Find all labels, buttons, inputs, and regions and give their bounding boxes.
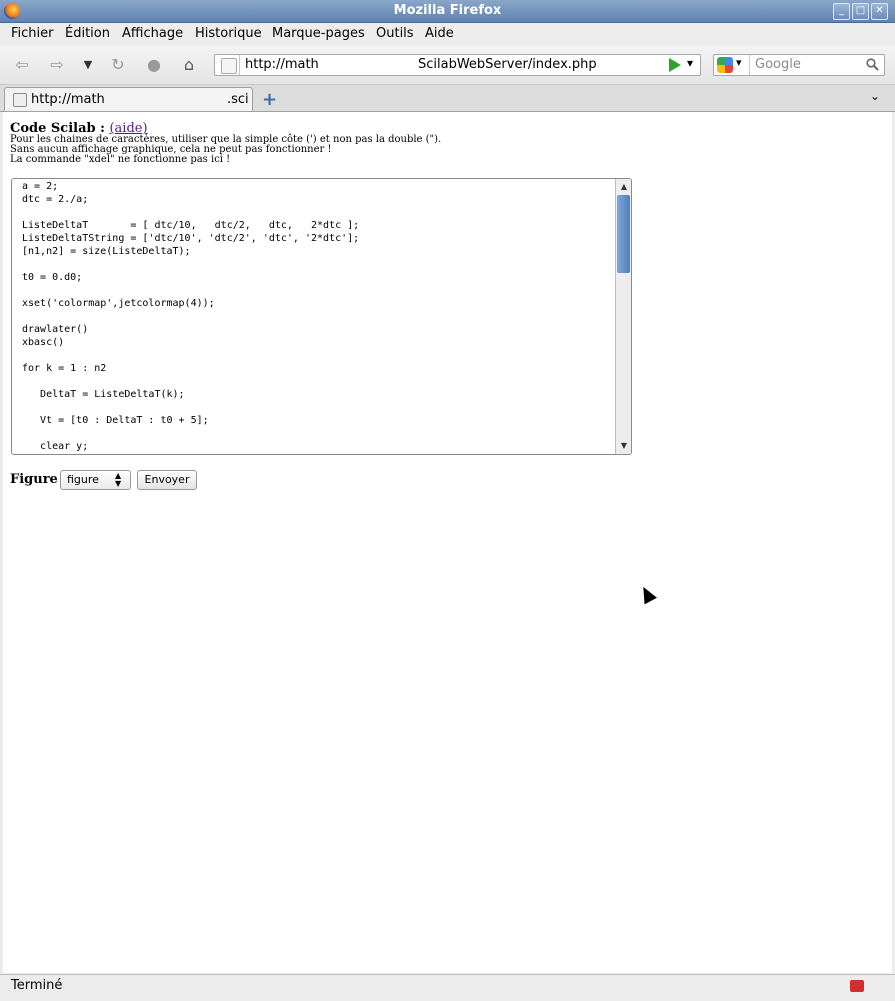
tab-title-part2: .sci [227, 92, 249, 107]
forward-icon[interactable]: ⇨ [46, 54, 68, 76]
history-dropdown-icon[interactable]: ▼ [77, 54, 99, 76]
menu-affichage[interactable]: Affichage [122, 26, 183, 41]
minimize-button[interactable]: _ [833, 3, 850, 20]
search-engine-dropdown-icon[interactable]: ▾ [736, 56, 742, 69]
figure-label: Figure : [10, 472, 68, 487]
tab-title-part1: http://math [31, 92, 105, 107]
url-text-part2[interactable]: ScilabWebServer/index.php [418, 57, 597, 72]
go-icon[interactable] [669, 58, 681, 72]
search-separator [749, 55, 750, 75]
search-icon[interactable] [866, 58, 879, 71]
tab-favicon-icon [13, 93, 27, 107]
new-tab-icon[interactable]: + [262, 89, 277, 110]
menu-historique[interactable]: Historique [195, 26, 262, 41]
search-input[interactable]: Google [755, 57, 801, 72]
status-addon-icon[interactable] [850, 980, 864, 992]
url-bar[interactable]: http://math ScilabWebServer/index.php ▾ [214, 54, 701, 76]
note-line: La commande "xdel" ne fonctionne pas ici… [10, 154, 231, 165]
figure-select[interactable]: figure ▲ ▼ [60, 470, 131, 490]
send-button[interactable]: Envoyer [137, 470, 197, 490]
tab-active[interactable]: http://math .sci [4, 87, 253, 111]
page-content: Code Scilab : (aide) Pour les chaines de… [3, 112, 892, 973]
scroll-thumb[interactable] [617, 195, 630, 273]
menu-outils[interactable]: Outils [376, 26, 414, 41]
url-text-part1[interactable]: http://math [245, 57, 319, 72]
status-bar: Terminé [0, 974, 895, 1001]
code-editor[interactable]: a = 2; dtc = 2./a; ListeDeltaT = [ dtc/1… [11, 178, 632, 455]
reload-icon[interactable]: ↻ [107, 54, 129, 76]
status-text: Terminé [11, 978, 63, 993]
menu-fichier[interactable]: Fichier [11, 26, 54, 41]
url-separator [239, 55, 240, 75]
search-bar[interactable]: ▾ Google [713, 54, 885, 76]
menu-bar: Fichier Édition Affichage Historique Mar… [0, 23, 895, 45]
tab-list-chevron-icon[interactable]: ⌄ [870, 89, 880, 103]
url-dropdown-icon[interactable]: ▾ [687, 56, 693, 70]
scroll-down-icon[interactable]: ▼ [617, 439, 631, 453]
code-scrollbar[interactable]: ▲ ▼ [615, 179, 631, 454]
google-icon[interactable] [717, 57, 733, 73]
scroll-up-icon[interactable]: ▲ [617, 180, 631, 194]
stop-icon[interactable]: ● [143, 54, 165, 76]
figure-select-value[interactable]: figure [67, 473, 99, 486]
instructions: Pour les chaines de caractères, utiliser… [10, 135, 441, 165]
menu-marque-pages[interactable]: Marque-pages [272, 26, 365, 41]
site-favicon-icon [221, 58, 237, 74]
home-icon[interactable]: ⌂ [178, 54, 200, 76]
back-icon[interactable]: ⇦ [11, 54, 33, 76]
window-title: Mozilla Firefox [393, 3, 502, 18]
close-button[interactable]: ✕ [871, 3, 888, 20]
menu-edition[interactable]: Édition [65, 26, 110, 41]
select-arrows-icon[interactable]: ▲ ▼ [115, 472, 121, 488]
menu-aide[interactable]: Aide [425, 26, 454, 41]
tab-strip: http://math .sci [0, 85, 895, 112]
maximize-button[interactable]: □ [852, 3, 869, 20]
code-textarea[interactable]: a = 2; dtc = 2./a; ListeDeltaT = [ dtc/1… [22, 180, 359, 453]
mouse-pointer-icon [637, 583, 657, 605]
title-bar: Mozilla Firefox _ □ ✕ [0, 0, 895, 23]
